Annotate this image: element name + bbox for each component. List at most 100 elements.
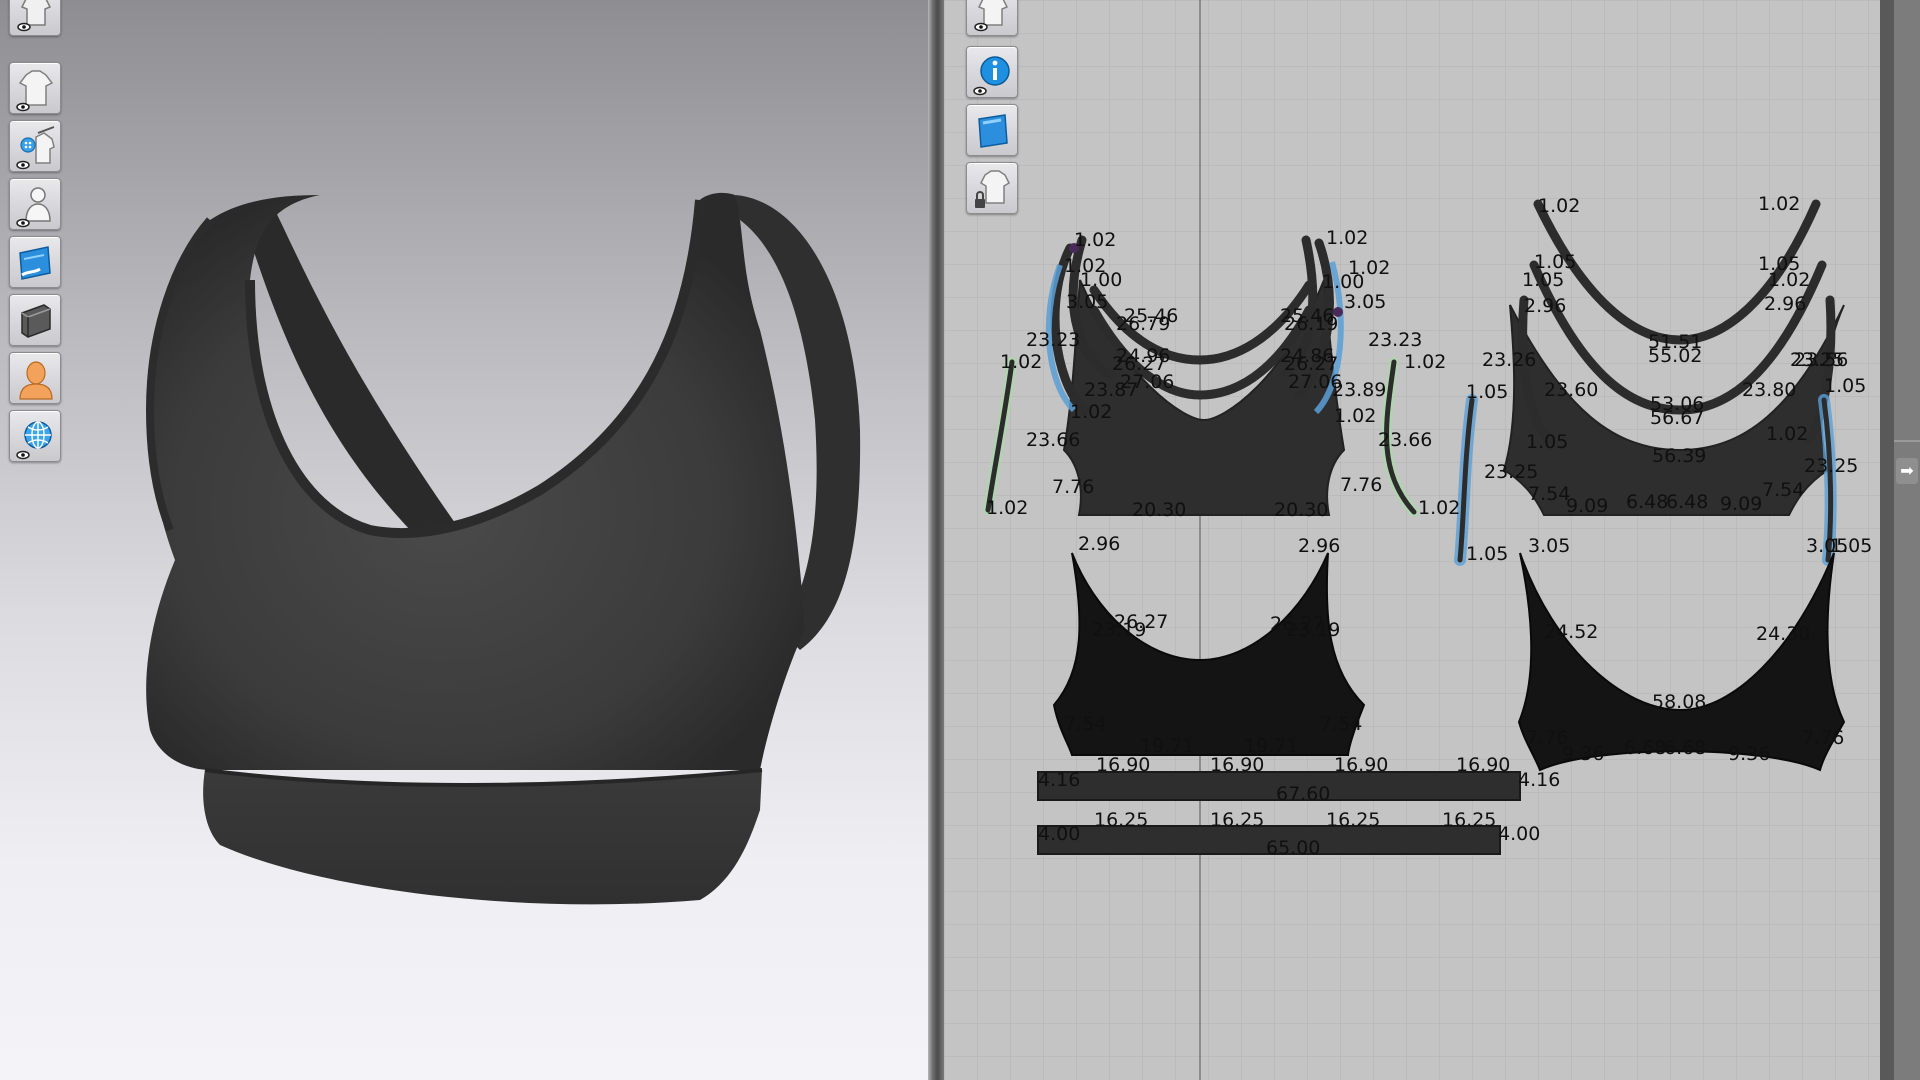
measure-label: 7.54 (1064, 713, 1106, 735)
toolbar-3d-item-texture-mode[interactable] (9, 236, 61, 288)
measure-label: 1.00 (1322, 271, 1364, 293)
measure-label: 1.02 (1326, 227, 1368, 249)
pattern-pieces[interactable]: 1.02 1.02 1.00 3.05 26.79 25.46 24.96 26… (944, 0, 1880, 1080)
toolbar-3d-item-show-avatar[interactable] (9, 178, 61, 230)
garment-3d-render[interactable] (0, 0, 928, 1080)
measure-label: 6.68 (1664, 737, 1706, 759)
fabric-swatch-icon (19, 246, 51, 280)
measure-label: 2.96 (1764, 293, 1806, 315)
fabric-roll-icon (21, 304, 51, 338)
measure-label: 2.96 (1078, 533, 1120, 555)
measure-label: 23.87 (1084, 379, 1138, 401)
measure-label: 23.66 (1378, 429, 1432, 451)
measure-label: 23.19 (1286, 619, 1340, 641)
measure-label: 1.05 (1522, 269, 1564, 291)
measure-label: 23.23 (1368, 329, 1422, 351)
avatar-face-icon (19, 361, 53, 400)
measure-label: 1.00 (1080, 269, 1122, 291)
measure-label: 7.54 (1320, 713, 1362, 735)
measure-label: 1.05 (1526, 431, 1568, 453)
measure-label: 23.25 (1484, 461, 1538, 483)
measure-label: 55.02 (1648, 345, 1702, 367)
measure-label: 4.00 (1038, 823, 1080, 845)
measure-label: 23.80 (1742, 379, 1796, 401)
toolbar-2d-item-show-info[interactable] (966, 46, 1018, 98)
measure-label: 1.05 (1466, 543, 1508, 565)
viewport-2d[interactable]: 1.02 1.02 1.00 3.05 26.79 25.46 24.96 26… (944, 0, 1880, 1080)
measure-label: 4.00 (1498, 823, 1540, 845)
measure-label: 1.02 (1418, 497, 1460, 519)
button-shirt-eye-icon (16, 126, 55, 170)
measure-label: 56.67 (1650, 407, 1704, 429)
measure-label: 1.02 (1768, 269, 1810, 291)
measure-label: 16.90 (1334, 754, 1388, 776)
toolbar-3d-item-thickness-mode[interactable] (9, 294, 61, 346)
measure-label: 1.05 (1824, 375, 1866, 397)
measure-label: 16.90 (1210, 754, 1264, 776)
info-icon (973, 56, 1010, 96)
measure-label: 25.46 (1280, 305, 1334, 327)
measure-label: 6.48 (1666, 491, 1708, 513)
measure-label: 1.02 (1000, 351, 1042, 373)
pattern-window-scrollbar[interactable] (1880, 0, 1894, 1080)
toolbar-3d-item-avatar-skin[interactable] (9, 352, 61, 404)
measure-label: 16.25 (1094, 809, 1148, 831)
avatar-eye-icon (16, 187, 51, 228)
toolbar-2d-item-show-pieces[interactable] (966, 0, 1018, 36)
measure-label: 16.25 (1326, 809, 1380, 831)
measure-label: 9.09 (1566, 495, 1608, 517)
measure-label: 20.30 (1132, 499, 1186, 521)
measure-label: 9.36 (1728, 743, 1770, 765)
measure-label: 6.48 (1626, 491, 1668, 513)
measure-label: 4.16 (1518, 769, 1560, 791)
measure-label: 23.23 (1026, 329, 1080, 351)
toolbar-2d-item-show-texture[interactable] (966, 104, 1018, 156)
shirt-eye-icon (17, 0, 52, 32)
toolbar-3d-item-show-trims[interactable] (9, 120, 61, 172)
side-panel-strip (1894, 0, 1920, 1080)
measure-label: 16.25 (1442, 809, 1496, 831)
measure-label: 4.16 (1038, 769, 1080, 791)
measure-label: 56.39 (1652, 445, 1706, 467)
measure-label: 20.30 (1274, 499, 1328, 521)
measure-label: 2.96 (1298, 535, 1340, 557)
globe-eye-icon (16, 421, 52, 460)
expand-panel-arrow-icon[interactable]: ➡ (1896, 458, 1918, 484)
measure-label: 1.02 (986, 497, 1028, 519)
shirt-lock-icon (975, 170, 1010, 208)
shirt-eye-icon (16, 70, 54, 112)
toolbar-3d-item-show-garment-3d[interactable] (9, 0, 61, 36)
measure-label: 24.52 (1544, 621, 1598, 643)
measure-label: 23.26 (1482, 349, 1536, 371)
measure-label: 1.02 (1766, 423, 1808, 445)
measure-label: 1.02 (1070, 401, 1112, 423)
measure-label: 25.46 (1124, 305, 1178, 327)
fabric-swatch-icon (978, 114, 1008, 148)
measure-label: 3.05 (1066, 291, 1108, 313)
measure-label: 7.54 (1762, 479, 1804, 501)
measure-label: 1.02 (1334, 405, 1376, 427)
measure-label: 1.02 (1074, 229, 1116, 251)
strip-divider (1894, 440, 1920, 442)
toolbar-3d-item-environment[interactable] (9, 410, 61, 462)
measure-label: 9.36 (1562, 743, 1604, 765)
measure-label: 58.08 (1652, 691, 1706, 713)
window-splitter[interactable] (928, 0, 944, 1080)
measure-label: 1.02 (1538, 195, 1580, 217)
toolbar-2d-item-lock-pieces[interactable] (966, 162, 1018, 214)
measure-label: 23.19 (1092, 619, 1146, 641)
measure-label: 7.76 (1802, 727, 1844, 749)
measure-label: 1.02 (1404, 351, 1446, 373)
viewport-3d[interactable] (0, 0, 928, 1080)
measure-label: 6.68 (1624, 737, 1666, 759)
measure-label: 3.05 (1528, 535, 1570, 557)
measure-label: 7.54 (1528, 483, 1570, 505)
measure-label: 24.30 (1756, 623, 1810, 645)
measure-label: 23.25 (1804, 455, 1858, 477)
measure-label: 16.25 (1210, 809, 1264, 831)
measure-label: 16.90 (1456, 754, 1510, 776)
measure-label: 7.76 (1052, 476, 1094, 498)
measure-label: 3.05 (1344, 291, 1386, 313)
measure-label: 7.76 (1340, 474, 1382, 496)
toolbar-3d-item-show-garment[interactable] (9, 62, 61, 114)
